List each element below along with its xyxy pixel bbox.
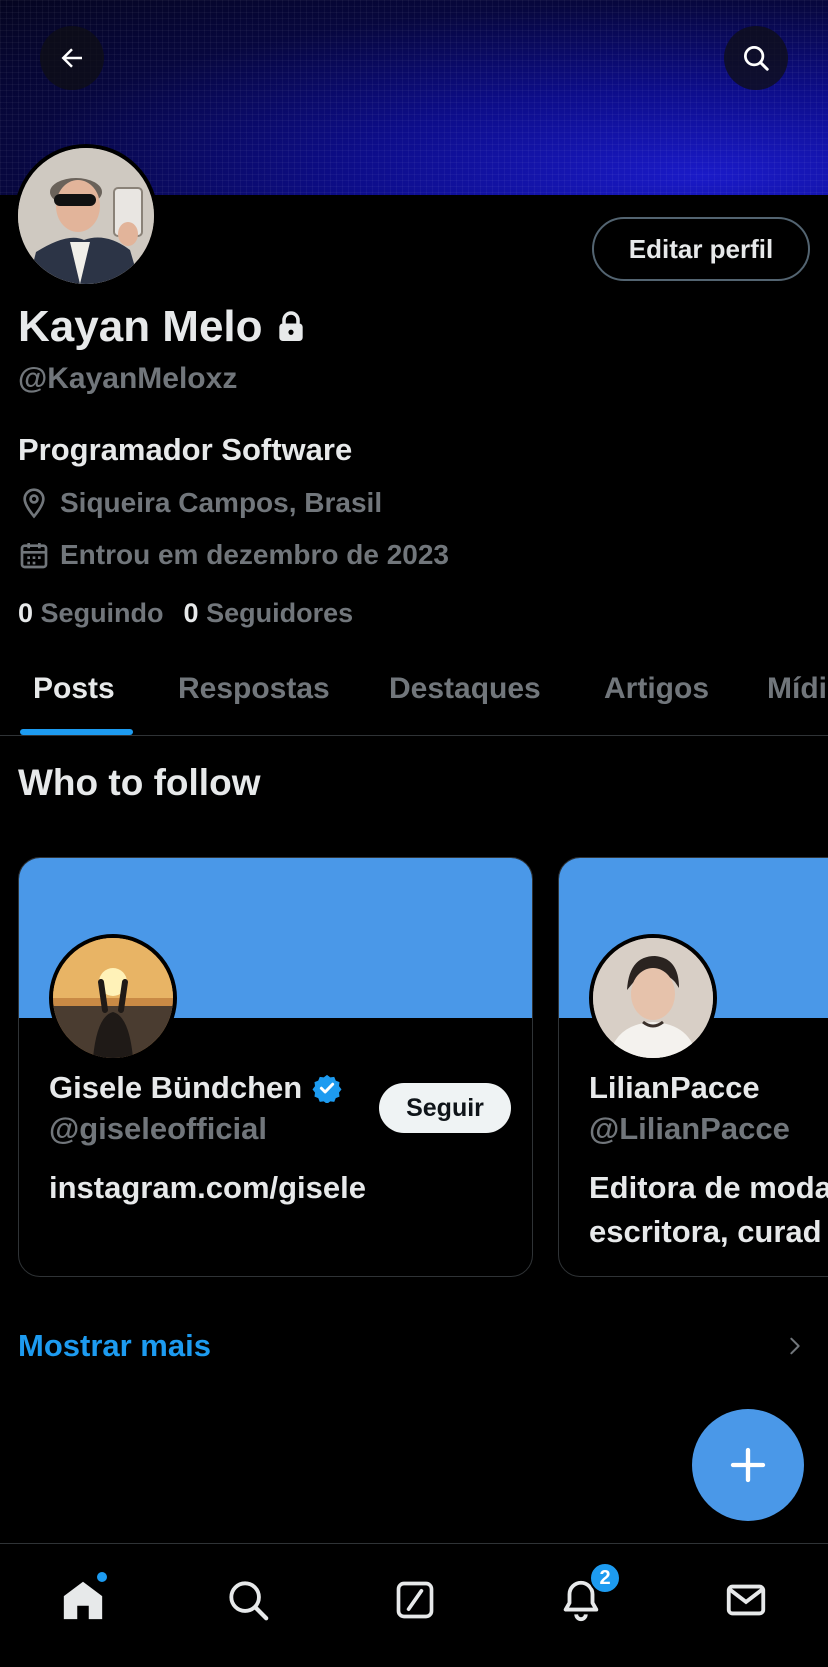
profile-avatar[interactable]	[14, 144, 158, 288]
search-icon	[229, 1581, 269, 1621]
suggestion-description-line: Editora de moda	[589, 1170, 828, 1205]
active-tab-indicator	[20, 729, 133, 735]
bottom-navigation: 2	[0, 1543, 828, 1667]
suggestion-description: instagram.com/gisele	[49, 1170, 367, 1205]
joined-text: Entrou em dezembro de 2023	[60, 539, 450, 570]
following-label: Seguindo	[40, 598, 164, 628]
verified-badge-icon	[312, 1074, 342, 1103]
arrow-left-icon	[61, 48, 82, 68]
profile-tabs: Posts Respostas Destaques Artigos Mídi	[0, 660, 828, 736]
new-content-dot	[95, 1570, 109, 1584]
profile-page: Editar perfil Kayan Melo @KayanMeloxz Pr…	[0, 0, 828, 1667]
follow-button[interactable]: Seguir	[379, 1083, 511, 1133]
tab-midia[interactable]: Mídi	[767, 672, 827, 706]
suggestion-name: LilianPacce	[589, 1070, 760, 1105]
tab-destaques[interactable]: Destaques	[389, 672, 541, 706]
profile-name: Kayan Melo	[18, 302, 263, 351]
show-more-link[interactable]: Mostrar mais	[18, 1328, 211, 1364]
tab-respostas[interactable]: Respostas	[178, 672, 330, 706]
avatar-photo	[18, 148, 154, 284]
profile-location: Siqueira Campos, Brasil	[18, 487, 382, 519]
back-button[interactable]	[40, 26, 104, 90]
followers-link[interactable]: 0 Seguidores	[184, 598, 354, 629]
nav-notifications[interactable]: 2	[551, 1562, 621, 1630]
location-pin-icon	[23, 488, 45, 519]
edit-profile-button[interactable]: Editar perfil	[592, 217, 810, 281]
suggestion-card[interactable]: LilianPacce @LilianPacce Editora de moda…	[558, 857, 828, 1277]
location-text: Siqueira Campos, Brasil	[60, 487, 383, 518]
followers-label: Seguidores	[206, 598, 354, 628]
tab-artigos[interactable]: Artigos	[604, 672, 709, 706]
suggestion-handle: @giseleofficial	[49, 1111, 268, 1146]
follow-stats: 0 Seguindo 0 Seguidores	[18, 598, 353, 629]
home-icon	[63, 1581, 103, 1620]
plus-icon	[730, 1447, 766, 1483]
tab-posts[interactable]: Posts	[33, 672, 115, 706]
chevron-right-icon[interactable]	[784, 1333, 806, 1359]
suggestion-description: Editora de moda escritora, curad	[589, 1166, 828, 1254]
notifications-badge: 2	[589, 1562, 621, 1594]
lock-icon	[278, 311, 303, 341]
avatar-photo	[593, 938, 713, 1058]
search-icon	[744, 46, 769, 71]
mail-icon	[726, 1584, 766, 1616]
followers-count: 0	[183, 598, 199, 628]
profile-bio: Programador Software	[18, 432, 353, 467]
suggestion-name: Gisele Bündchen	[49, 1070, 303, 1105]
compose-post-button[interactable]	[692, 1409, 804, 1521]
suggestion-avatar[interactable]	[589, 934, 717, 1062]
nav-messages[interactable]	[716, 1570, 776, 1630]
suggestion-card[interactable]: Gisele Bündchen @giseleofficial instagra…	[18, 857, 533, 1277]
profile-joined: Entrou em dezembro de 2023	[18, 539, 449, 571]
grok-icon	[396, 1581, 434, 1619]
suggestion-handle: @LilianPacce	[589, 1111, 790, 1146]
suggestion-description-line: escritora, curad	[589, 1214, 822, 1249]
suggestion-name-row: LilianPacce	[589, 1070, 760, 1106]
nav-home[interactable]	[53, 1570, 113, 1630]
search-button[interactable]	[724, 26, 788, 90]
nav-explore[interactable]	[218, 1570, 278, 1630]
avatar-photo	[53, 938, 173, 1058]
following-link[interactable]: 0 Seguindo	[18, 598, 164, 629]
nav-grok[interactable]	[385, 1570, 445, 1630]
suggestion-name-row: Gisele Bündchen	[49, 1070, 342, 1106]
suggestion-avatar[interactable]	[49, 934, 177, 1062]
calendar-icon	[20, 543, 48, 569]
profile-handle: @KayanMeloxz	[18, 362, 238, 395]
profile-name-row: Kayan Melo	[18, 302, 305, 352]
who-to-follow-title: Who to follow	[18, 762, 261, 803]
following-count: 0	[18, 598, 34, 628]
